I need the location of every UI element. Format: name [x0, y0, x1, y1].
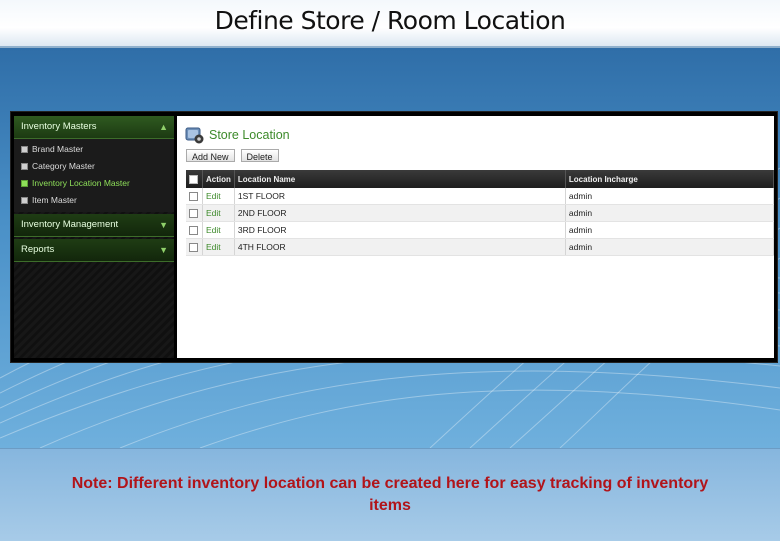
note-bar: Note: Different inventory location can b…: [0, 448, 780, 541]
table-row: Edit 3RD FLOOR admin: [186, 221, 775, 239]
table-row: Edit 1ST FLOOR admin: [186, 188, 775, 205]
edit-link[interactable]: Edit: [202, 188, 235, 205]
sidebar-item-label: Brand Master: [32, 144, 84, 154]
location-incharge-cell: admin: [565, 188, 775, 205]
table-header-row: Action Location Name Location Incharge: [186, 170, 775, 188]
edit-link[interactable]: Edit: [202, 204, 235, 222]
delete-button[interactable]: Delete: [240, 149, 279, 162]
bullet-icon: [21, 146, 28, 153]
slide-title-bar: Define Store / Room Location: [0, 0, 780, 48]
location-incharge-cell: admin: [565, 238, 775, 256]
sidebar-section-label: Reports: [21, 244, 55, 255]
sidebar-item-label: Item Master: [32, 195, 77, 205]
store-location-icon: [185, 125, 205, 145]
row-checkbox[interactable]: [189, 209, 198, 219]
content-header: Store Location: [185, 124, 290, 146]
sidebar-section-inventory-masters[interactable]: Inventory Masters ▲: [14, 116, 174, 139]
column-header-location-incharge: Location Incharge: [565, 170, 775, 188]
select-all-checkbox[interactable]: [189, 174, 198, 184]
location-incharge-cell: admin: [565, 221, 775, 239]
page-title: Store Location: [209, 128, 290, 142]
location-incharge-cell: admin: [565, 204, 775, 222]
add-new-button[interactable]: Add New: [186, 149, 235, 162]
location-table: Action Location Name Location Incharge E…: [186, 170, 775, 256]
chevron-down-icon: ▼: [159, 220, 168, 230]
row-select-cell: [186, 188, 203, 205]
row-checkbox[interactable]: [189, 226, 198, 236]
sidebar-submenu: Brand Master Category Master Inventory L…: [14, 139, 174, 212]
sidebar-item-label: Inventory Location Master: [32, 178, 130, 188]
note-text: Note: Different inventory location can b…: [71, 475, 709, 514]
sidebar-item-inventory-location-master[interactable]: Inventory Location Master: [14, 175, 174, 192]
column-header-action: Action: [202, 170, 235, 188]
sidebar: Inventory Masters ▲ Brand Master Categor…: [14, 116, 174, 358]
location-name-cell: 1ST FLOOR: [234, 188, 566, 205]
row-select-cell: [186, 221, 203, 239]
sidebar-item-item-master[interactable]: Item Master: [14, 192, 174, 209]
edit-link[interactable]: Edit: [202, 238, 235, 256]
sidebar-item-category-master[interactable]: Category Master: [14, 158, 174, 175]
edit-link[interactable]: Edit: [202, 221, 235, 239]
select-all-cell: [186, 170, 203, 188]
row-checkbox[interactable]: [189, 243, 198, 253]
row-select-cell: [186, 204, 203, 222]
sidebar-item-label: Category Master: [32, 161, 95, 171]
slide-title: Define Store / Room Location: [214, 6, 566, 35]
location-name-cell: 3RD FLOOR: [234, 221, 566, 239]
sidebar-section-reports[interactable]: Reports ▼: [14, 239, 174, 262]
bullet-icon: [21, 180, 28, 187]
column-header-location-name: Location Name: [234, 170, 566, 188]
sidebar-section-label: Inventory Management: [21, 219, 119, 230]
location-name-cell: 4TH FLOOR: [234, 238, 566, 256]
sidebar-section-inventory-management[interactable]: Inventory Management ▼: [14, 214, 174, 237]
location-name-cell: 2ND FLOOR: [234, 204, 566, 222]
toolbar: Add New Delete: [186, 149, 285, 162]
table-row: Edit 2ND FLOOR admin: [186, 204, 775, 222]
app-window: Inventory Masters ▲ Brand Master Categor…: [10, 111, 778, 363]
table-row: Edit 4TH FLOOR admin: [186, 238, 775, 256]
chevron-down-icon: ▼: [159, 245, 168, 255]
row-checkbox[interactable]: [189, 192, 198, 202]
sidebar-section-label: Inventory Masters: [21, 121, 97, 132]
chevron-up-icon: ▲: [159, 122, 168, 132]
main-content: Store Location Add New Delete Action Loc…: [177, 116, 775, 358]
row-select-cell: [186, 238, 203, 256]
bullet-icon: [21, 163, 28, 170]
bullet-icon: [21, 197, 28, 204]
sidebar-item-brand-master[interactable]: Brand Master: [14, 141, 174, 158]
